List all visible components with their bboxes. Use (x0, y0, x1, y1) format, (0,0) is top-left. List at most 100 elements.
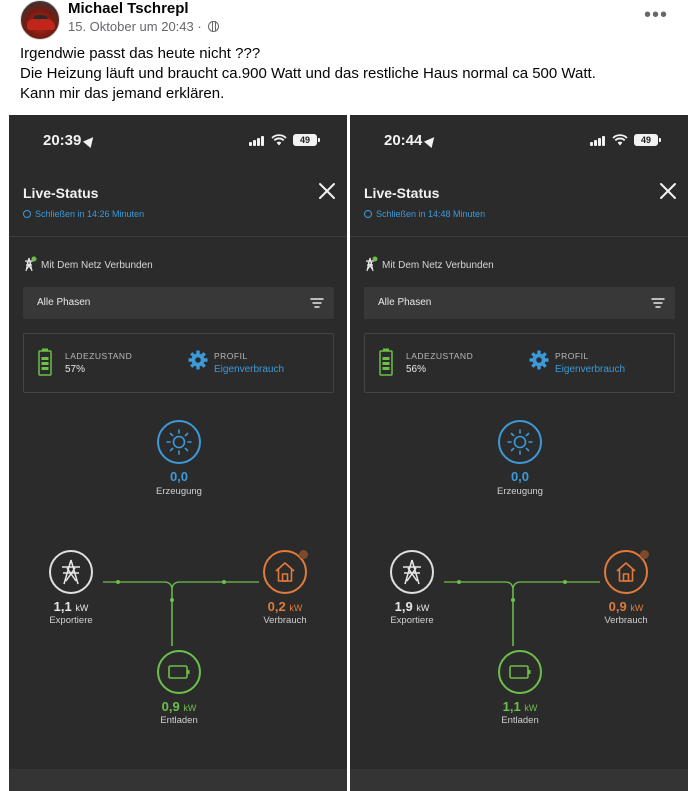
status-time-text: 20:39 (43, 132, 82, 149)
app-screenshot-left[interactable]: 20:39 49 Live-Status Schließen in 14:26 … (9, 115, 347, 791)
header-divider (9, 236, 347, 237)
post-author[interactable]: Michael Tschrepl (68, 0, 189, 17)
page-title: Live-Status (23, 185, 99, 201)
solar-node[interactable] (157, 420, 201, 464)
post-line: Die Heizung läuft und braucht ca.900 Wat… (20, 65, 596, 82)
status-card: LADEZUSTAND 56% PROFIL Eigenverbrauch (364, 333, 675, 393)
phase-select-value: Alle Phasen (37, 297, 91, 308)
phone-battery-icon: 49 (634, 134, 661, 146)
flow-dot (222, 580, 226, 584)
home-label: Verbrauch (263, 615, 307, 626)
location-arrow-icon (424, 133, 439, 149)
power-tower-icon (403, 559, 421, 585)
grid-status: Mit Dem Netz Verbunden (364, 256, 494, 272)
phase-select[interactable]: Alle Phasen (23, 287, 334, 319)
filter-icon (651, 298, 665, 308)
flow-dot (563, 580, 567, 584)
home-value-number: 0,9 (608, 599, 627, 614)
profile-label: PROFIL (214, 351, 248, 361)
battery-value: 1,1 kW (480, 699, 560, 714)
flow-dot (116, 580, 120, 584)
session-countdown-text: Schließen in 14:26 Minuten (35, 209, 145, 219)
charge-value: 56% (406, 364, 427, 375)
grid-tower-icon (25, 256, 37, 272)
phone-status-bar: 20:44 49 (350, 115, 688, 165)
battery-level-icon (379, 348, 393, 376)
battery-unit: kW (524, 703, 538, 713)
post-meta: 15. Oktober um 20:43 · (68, 19, 220, 34)
battery-label: Entladen (160, 715, 198, 726)
house-icon (616, 562, 636, 582)
close-icon[interactable] (658, 181, 678, 201)
grid-node[interactable] (49, 550, 93, 594)
signal-icon (590, 136, 608, 146)
gear-icon (188, 350, 208, 370)
filter-icon (310, 298, 324, 308)
clock-icon (364, 210, 372, 218)
profile-value-link[interactable]: Eigenverbrauch (555, 364, 625, 375)
battery-label: Entladen (501, 715, 539, 726)
flow-line-grid (103, 581, 173, 646)
flow-dot (170, 598, 174, 602)
battery-value: 0,9 kW (139, 699, 219, 714)
home-label: Verbrauch (604, 615, 648, 626)
flow-dot (457, 580, 461, 584)
location-arrow-icon (83, 133, 98, 149)
grid-label: Exportiere (49, 615, 93, 626)
gear-icon (529, 350, 549, 370)
battery-icon (168, 665, 190, 679)
flow-dot (511, 598, 515, 602)
post-date[interactable]: 15. Oktober um 20:43 · (68, 19, 202, 34)
status-time: 20:44 (384, 132, 439, 149)
battery-unit: kW (183, 703, 197, 713)
grid-value-number: 1,1 (53, 599, 72, 614)
battery-value-number: 1,1 (502, 699, 521, 714)
charge-value: 57% (65, 364, 86, 375)
power-tower-icon (62, 559, 80, 585)
battery-level-icon (38, 348, 52, 376)
profile-value-link[interactable]: Eigenverbrauch (214, 364, 284, 375)
grid-unit: kW (416, 603, 430, 613)
flow-line-grid (444, 581, 514, 646)
bottom-sheet-edge (350, 769, 688, 791)
session-countdown: Schließen in 14:48 Minuten (364, 209, 485, 219)
phase-select[interactable]: Alle Phasen (364, 287, 675, 319)
grid-value: 1,1 kW (31, 599, 111, 614)
home-node[interactable] (604, 550, 649, 594)
production-value: 0,0 (510, 469, 530, 484)
sun-icon (507, 429, 533, 455)
page-title: Live-Status (364, 185, 440, 201)
flow-line-home (171, 581, 259, 646)
production-value: 0,0 (169, 469, 189, 484)
home-node[interactable] (263, 550, 308, 594)
wifi-icon (271, 134, 287, 146)
close-icon[interactable] (317, 181, 337, 201)
grid-node[interactable] (390, 550, 434, 594)
bottom-sheet-edge (9, 769, 347, 791)
status-card: LADEZUSTAND 57% PROFIL Eigenverbrauch (23, 333, 334, 393)
battery-node[interactable] (498, 650, 542, 694)
sun-icon (166, 429, 192, 455)
battery-node[interactable] (157, 650, 201, 694)
post-line: Irgendwie passt das heute nicht ??? (20, 45, 261, 62)
avatar[interactable] (20, 0, 60, 40)
home-badge (640, 550, 649, 559)
more-dots-icon[interactable]: ••• (644, 4, 668, 27)
post-header: Michael Tschrepl 15. Oktober um 20:43 · … (0, 0, 694, 40)
globe-icon (208, 21, 220, 32)
session-countdown-text: Schließen in 14:48 Minuten (376, 209, 486, 219)
app-screenshot-right[interactable]: 20:44 49 Live-Status Schließen in 14:48 … (350, 115, 688, 791)
phone-status-bar: 20:39 49 (9, 115, 347, 165)
phase-select-value: Alle Phasen (378, 297, 432, 308)
grid-status-text: Mit Dem Netz Verbunden (382, 260, 494, 271)
profile-label: PROFIL (555, 351, 589, 361)
flow-line-home (512, 581, 600, 646)
home-badge (299, 550, 308, 559)
battery-value-number: 0,9 (161, 699, 180, 714)
charge-label: LADEZUSTAND (65, 351, 133, 361)
clock-icon (23, 210, 31, 218)
home-value: 0,9 kW (586, 599, 666, 614)
grid-unit: kW (75, 603, 89, 613)
solar-node[interactable] (498, 420, 542, 464)
grid-label: Exportiere (390, 615, 434, 626)
